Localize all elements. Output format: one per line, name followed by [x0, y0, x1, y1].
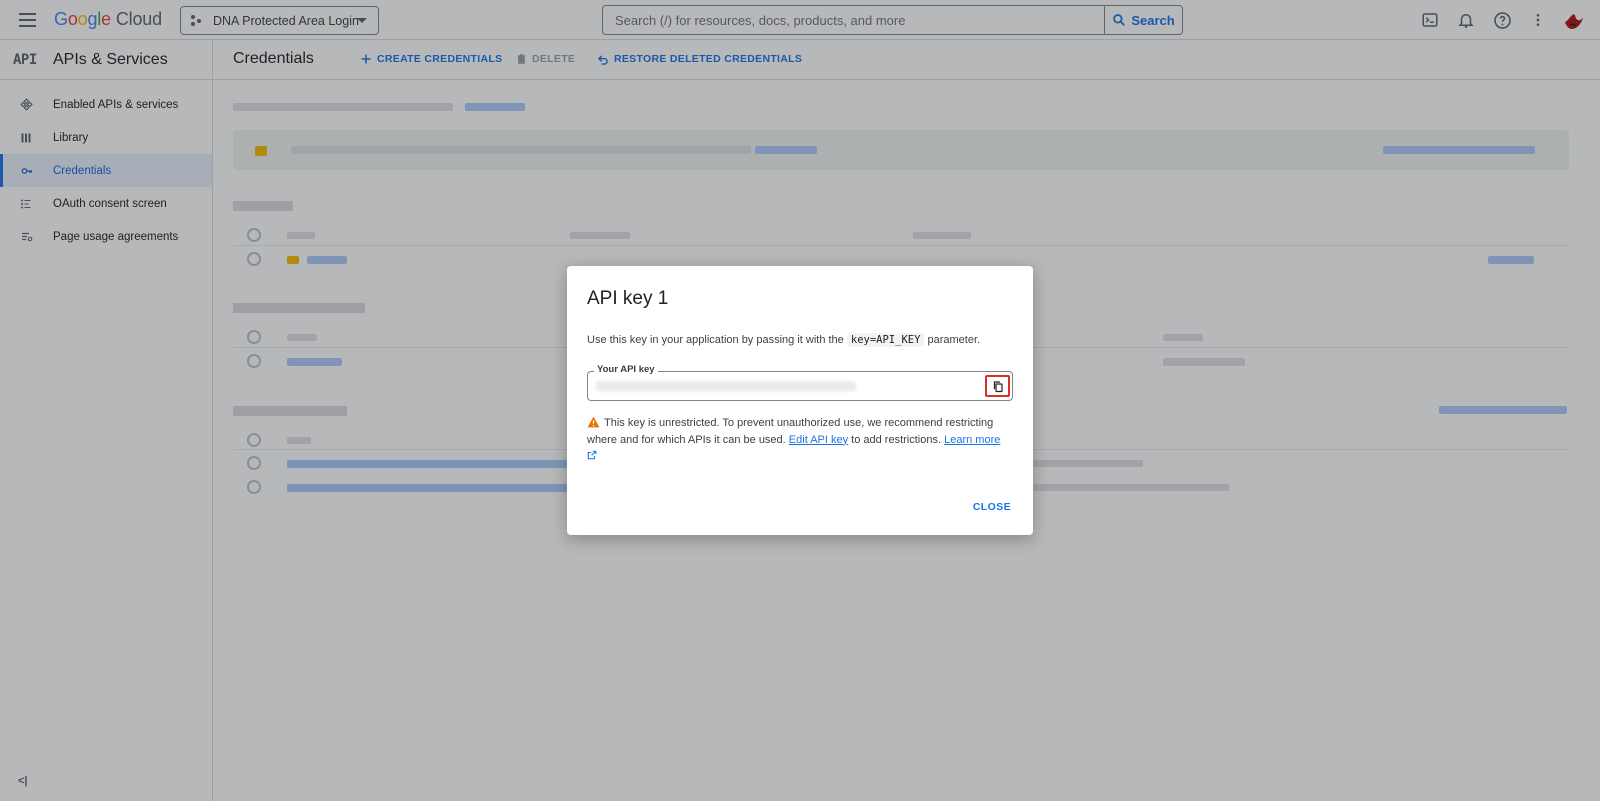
unrestricted-warning: This key is unrestricted. To prevent una… — [587, 415, 1013, 465]
api-key-param-code: key=API_KEY — [846, 333, 925, 347]
warning-icon — [587, 416, 600, 428]
close-button[interactable]: CLOSE — [973, 501, 1011, 513]
api-key-value-redacted[interactable] — [596, 381, 856, 391]
api-key-field[interactable]: Your API key — [587, 364, 1013, 401]
learn-more-link[interactable]: Learn more — [944, 434, 1000, 446]
external-link-icon — [587, 450, 597, 460]
copy-icon — [993, 380, 1003, 392]
dialog-description: Use this key in your application by pass… — [587, 333, 981, 347]
edit-api-key-link[interactable]: Edit API key — [789, 434, 848, 446]
warning-text-mid: to add restrictions. — [851, 433, 942, 446]
dialog-title: API key 1 — [587, 288, 669, 309]
copy-button[interactable] — [985, 375, 1010, 397]
description-text-end: parameter. — [927, 334, 981, 346]
api-key-dialog: API key 1 Use this key in your applicati… — [567, 266, 1033, 535]
api-key-field-label: Your API key — [594, 364, 658, 375]
description-text: Use this key in your application by pass… — [587, 334, 844, 346]
